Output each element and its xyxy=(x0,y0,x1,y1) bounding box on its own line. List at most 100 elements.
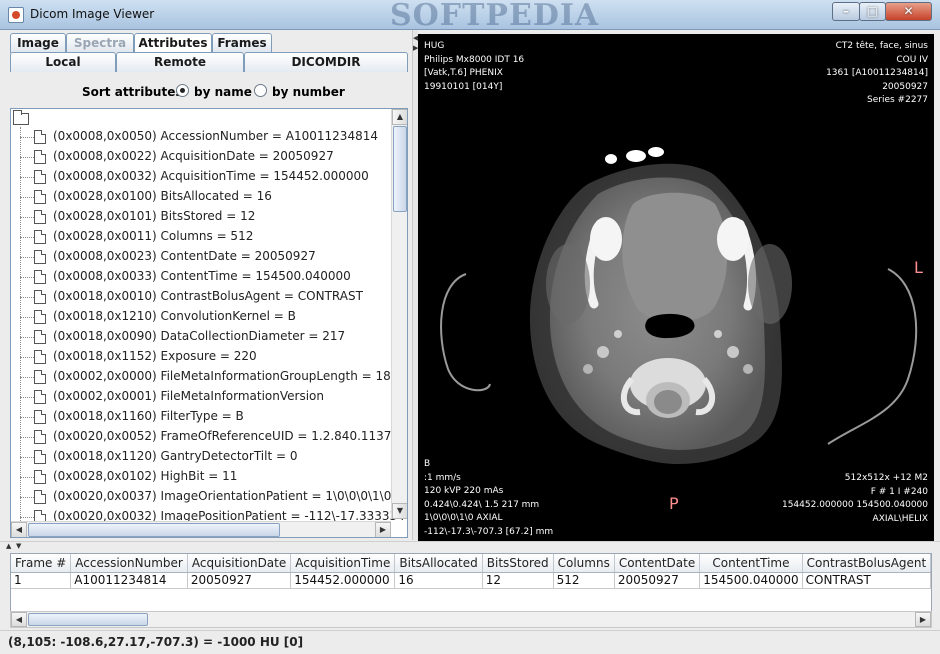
table-cell: 20050927 xyxy=(614,572,701,589)
overlay-line: 20050927 xyxy=(882,81,928,92)
tab-local[interactable]: Local xyxy=(10,52,116,72)
tab-dicomdir[interactable]: DICOMDIR xyxy=(244,52,408,72)
overlay-line: [Vatk,T.6] PHENIX xyxy=(424,68,503,78)
sort-by-number-radio[interactable] xyxy=(254,84,267,97)
tree-connector xyxy=(20,357,34,358)
tree-connector xyxy=(20,237,34,238)
list-item[interactable]: (0x0018,0x1152) Exposure = 220 xyxy=(11,347,391,367)
list-item[interactable]: (0x0028,0x0011) Columns = 512 xyxy=(11,227,391,247)
table-hscroll-thumb[interactable] xyxy=(28,613,148,626)
collapse-up-icon[interactable]: ▲ xyxy=(6,542,11,550)
attribute-text: (0x0028,0x0101) BitsStored = 12 xyxy=(53,209,256,223)
close-button[interactable]: ✕ xyxy=(885,2,932,21)
list-item[interactable]: (0x0020,0x0037) ImageOrientationPatient … xyxy=(11,487,391,507)
document-icon xyxy=(34,270,46,284)
list-item[interactable]: (0x0028,0x0101) BitsStored = 12 xyxy=(11,207,391,227)
sort-by-name-radio[interactable] xyxy=(176,84,189,97)
frames-table[interactable]: Frame # AccessionNumber AcquisitionDate Acq… xyxy=(10,553,932,613)
list-item[interactable]: (0x0018,0x0010) ContrastBolusAgent = CON… xyxy=(11,287,391,307)
horizontal-splitter[interactable]: ▲ ▼ xyxy=(0,541,940,551)
column-header[interactable]: Frame # xyxy=(11,554,72,573)
scroll-up-icon[interactable]: ▲ xyxy=(392,109,407,125)
overlay-line: :1 mm/s xyxy=(424,472,461,483)
scroll-right-icon[interactable]: ▶ xyxy=(375,522,391,537)
close-icon: ✕ xyxy=(903,4,914,18)
list-item[interactable]: (0x0018,0x1210) ConvolutionKernel = B xyxy=(11,307,391,327)
overlay-line: 1\0\0\0\1\0 AXIAL xyxy=(424,513,503,523)
sort-by-number-label[interactable]: by number xyxy=(272,85,345,99)
scroll-left-icon[interactable]: ◀ xyxy=(11,522,27,537)
table-cell: 154452.000000 xyxy=(290,572,396,589)
column-header[interactable]: ContrastBolusAgent xyxy=(802,554,931,573)
tree-vscroll-thumb[interactable] xyxy=(393,126,407,212)
list-item[interactable]: (0x0028,0x0102) HighBit = 11 xyxy=(11,467,391,487)
list-item[interactable]: (0x0008,0x0050) AccessionNumber = A10011… xyxy=(11,127,391,147)
folder-icon[interactable] xyxy=(13,110,29,125)
list-item[interactable]: (0x0008,0x0022) AcquisitionDate = 200509… xyxy=(11,147,391,167)
tree-horizontal-scrollbar[interactable]: ◀ ▶ xyxy=(11,521,391,537)
column-header[interactable]: Convolu xyxy=(930,554,931,573)
collapse-down-icon[interactable]: ▼ xyxy=(16,542,21,550)
sort-options: Sort attributes: by name by number xyxy=(10,74,408,106)
column-header[interactable]: AccessionNumber xyxy=(70,554,188,573)
tab-attributes[interactable]: Attributes xyxy=(134,33,212,53)
table-horizontal-scrollbar[interactable]: ◀ ▶ xyxy=(10,611,932,628)
list-item[interactable]: (0x0018,0x1160) FilterType = B xyxy=(11,407,391,427)
tree-vertical-scrollbar[interactable]: ▲ ▼ xyxy=(391,109,407,519)
tree-connector xyxy=(20,437,34,438)
list-item[interactable]: (0x0018,0x0090) DataCollectionDiameter =… xyxy=(11,327,391,347)
attribute-text: (0x0018,0x1210) ConvolutionKernel = B xyxy=(53,309,296,323)
tree-connector xyxy=(20,337,34,338)
overlay-line: 512x512x +12 M2 xyxy=(844,473,928,483)
attribute-text: (0x0008,0x0022) AcquisitionDate = 200509… xyxy=(53,149,334,163)
column-header[interactable]: ContentDate xyxy=(614,554,701,573)
attribute-text: (0x0020,0x0052) FrameOfReferenceUID = 1.… xyxy=(53,429,408,443)
list-item[interactable]: (0x0028,0x0100) BitsAllocated = 16 xyxy=(11,187,391,207)
tree-connector xyxy=(20,137,34,138)
table-cell: 512 xyxy=(553,572,615,589)
document-icon xyxy=(34,190,46,204)
column-header[interactable]: ContentTime xyxy=(699,554,803,573)
maximize-button[interactable]: □ xyxy=(859,2,886,21)
orientation-marker-right: L xyxy=(914,258,923,277)
overlay-line: F # 1 I #240 xyxy=(870,486,928,497)
list-item[interactable]: (0x0002,0x0000) FileMetaInformationGroup… xyxy=(11,367,398,387)
list-item[interactable]: (0x0020,0x0052) FrameOfReferenceUID = 1.… xyxy=(11,427,407,447)
attribute-text: (0x0018,0x1160) FilterType = B xyxy=(53,409,244,423)
tab-image[interactable]: Image xyxy=(10,33,66,53)
maximize-icon: □ xyxy=(866,4,879,18)
image-viewer[interactable]: HUG Philips Mx8000 IDT 16 [Vatk,T.6] PHE… xyxy=(418,34,934,542)
document-icon xyxy=(34,150,46,164)
attribute-tree[interactable]: (0x0008,0x0050) AccessionNumber = A10011… xyxy=(10,108,408,538)
tree-connector xyxy=(20,257,34,258)
table-row[interactable]: 1 A10011234814 20050927 154452.000000 16 12 51… xyxy=(11,572,931,589)
minimize-icon: – xyxy=(843,4,849,18)
tab-frames[interactable]: Frames xyxy=(212,33,272,53)
list-item[interactable]: (0x0008,0x0033) ContentTime = 154500.040… xyxy=(11,267,391,287)
overlay-line: 154452.000000 154500.040000 xyxy=(781,500,928,510)
list-item[interactable]: (0x0002,0x0001) FileMetaInformationVersi… xyxy=(11,387,391,407)
attribute-text: (0x0008,0x0050) AccessionNumber = A10011… xyxy=(53,129,378,143)
scroll-left-icon[interactable]: ◀ xyxy=(11,612,27,627)
table-cell: A10011234814 xyxy=(70,572,188,589)
scroll-down-icon[interactable]: ▼ xyxy=(392,503,407,519)
column-header[interactable]: AcquisitionTime xyxy=(290,554,396,573)
minimize-button[interactable]: – xyxy=(832,2,860,21)
tab-remote[interactable]: Remote xyxy=(116,52,244,72)
list-item[interactable]: (0x0008,0x0032) AcquisitionTime = 154452… xyxy=(11,167,391,187)
sort-by-name-label[interactable]: by name xyxy=(194,85,252,99)
column-header[interactable]: BitsStored xyxy=(482,554,554,573)
list-item[interactable]: (0x0018,0x1120) GantryDetectorTilt = 0 xyxy=(11,447,391,467)
tree-hscroll-thumb[interactable] xyxy=(28,523,280,537)
column-header[interactable]: Columns xyxy=(553,554,615,573)
column-header[interactable]: AcquisitionDate xyxy=(187,554,292,573)
scroll-right-icon[interactable]: ▶ xyxy=(915,612,931,627)
tree-connector xyxy=(20,457,34,458)
attribute-text: (0x0018,0x1152) Exposure = 220 xyxy=(53,349,257,363)
list-item[interactable]: (0x0008,0x0023) ContentDate = 20050927 xyxy=(11,247,391,267)
tree-connector xyxy=(20,497,34,498)
column-header[interactable]: BitsAllocated xyxy=(394,554,483,573)
attribute-text: (0x0018,0x1120) GantryDetectorTilt = 0 xyxy=(53,449,298,463)
title-bar: Dicom Image Viewer SOFTPEDIA – □ ✕ xyxy=(0,0,940,33)
overlay-line: HUG xyxy=(424,41,445,51)
